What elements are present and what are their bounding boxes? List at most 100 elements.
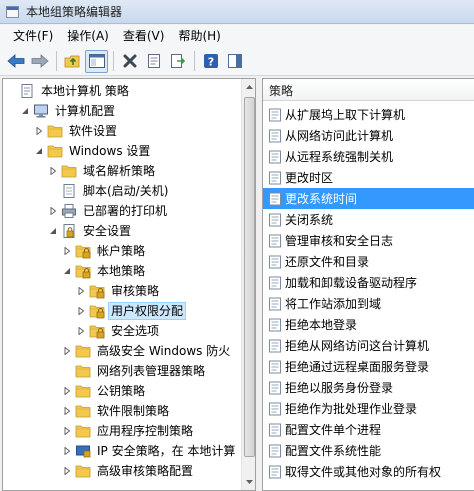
title-bar: 本地组策略编辑器 bbox=[0, 0, 474, 24]
policy-item-icon bbox=[268, 150, 282, 164]
tree-node[interactable]: 脚本(启动/关机) bbox=[3, 181, 241, 201]
tree-node[interactable]: 审核策略 bbox=[3, 281, 241, 301]
up-folder-button[interactable] bbox=[61, 50, 84, 73]
policy-item-icon bbox=[268, 318, 282, 332]
policy-item-icon bbox=[268, 255, 282, 269]
scroll-thumb[interactable] bbox=[244, 97, 255, 457]
policy-list-item[interactable]: 取得文件或其他对象的所有权 bbox=[263, 461, 474, 482]
policy-item-icon bbox=[268, 360, 282, 374]
tree-node[interactable]: 计算机配置 bbox=[3, 101, 241, 121]
tree-node-label: 高级审核策略配置 bbox=[97, 464, 194, 478]
policy-list-item[interactable]: 关闭系统 bbox=[263, 209, 474, 230]
collapsed-arrow-icon[interactable] bbox=[75, 285, 87, 297]
back-button[interactable] bbox=[4, 50, 27, 73]
policy-item-icon bbox=[268, 402, 282, 416]
tree-node[interactable]: Windows 设置 bbox=[3, 141, 241, 161]
list-column-header[interactable]: 策略 bbox=[263, 79, 474, 101]
expanded-arrow-icon[interactable] bbox=[47, 225, 59, 237]
policy-list-item[interactable]: 从网络访问此计算机 bbox=[263, 125, 474, 146]
tree-node-label: 安全设置 bbox=[83, 224, 132, 238]
collapsed-arrow-icon[interactable] bbox=[47, 205, 59, 217]
toolbar-separator bbox=[56, 51, 57, 71]
collapsed-arrow-icon[interactable] bbox=[61, 345, 73, 357]
tree-node[interactable]: 公钥策略 bbox=[3, 381, 241, 401]
tree-node[interactable]: 本地计算机 策略 bbox=[3, 81, 241, 101]
policy-list-item[interactable]: 从扩展坞上取下计算机 bbox=[263, 104, 474, 125]
window-title: 本地组策略编辑器 bbox=[26, 5, 123, 19]
policy-list-item[interactable]: 将工作站添加到域 bbox=[263, 293, 474, 314]
tree-node-label: 用户权限分配 bbox=[108, 302, 187, 320]
tree-node[interactable]: 高级安全 Windows 防火 bbox=[3, 341, 241, 361]
tree-node[interactable]: 应用程序控制策略 bbox=[3, 421, 241, 441]
tree-node[interactable]: 安全选项 bbox=[3, 321, 241, 341]
collapsed-arrow-icon[interactable] bbox=[61, 465, 73, 477]
collapsed-arrow-icon[interactable] bbox=[33, 125, 45, 137]
tree-node[interactable]: 域名解析策略 bbox=[3, 161, 241, 181]
expanded-arrow-icon[interactable] bbox=[61, 265, 73, 277]
policy-list-item[interactable]: 管理审核和安全日志 bbox=[263, 230, 474, 251]
collapsed-arrow-icon[interactable] bbox=[61, 405, 73, 417]
pane-icon bbox=[227, 54, 242, 68]
policy-item-icon bbox=[268, 465, 282, 479]
folder-icon bbox=[75, 363, 91, 379]
policy-list-item[interactable]: 更改系统时间 bbox=[263, 188, 474, 209]
policy-list-item[interactable]: 配置文件单个进程 bbox=[263, 419, 474, 440]
tree-node[interactable]: 网络列表管理器策略 bbox=[3, 361, 241, 381]
export-list-button[interactable] bbox=[166, 50, 189, 73]
console-tree-pane: 本地计算机 策略 计算机配置 软件设置 Windows 设置 域名解析策略 脚本(启动/关… bbox=[2, 78, 256, 491]
tree-vertical-scrollbar[interactable] bbox=[241, 79, 255, 490]
scroll-down-arrow[interactable] bbox=[242, 474, 255, 490]
tree-node[interactable]: 安全设置 bbox=[3, 221, 241, 241]
tree-node-label: 安全选项 bbox=[111, 324, 160, 338]
forward-button[interactable] bbox=[28, 50, 51, 73]
show-hide-tree-button[interactable] bbox=[85, 49, 108, 73]
policy-list-item[interactable]: 拒绝以服务身份登录 bbox=[263, 377, 474, 398]
tree-node[interactable]: 本地策略 bbox=[3, 261, 241, 281]
collapsed-arrow-icon[interactable] bbox=[61, 425, 73, 437]
delete-button[interactable] bbox=[118, 50, 141, 73]
menu-file[interactable]: 文件(F) bbox=[6, 25, 60, 47]
folder-icon bbox=[47, 123, 63, 139]
app-icon bbox=[6, 5, 20, 19]
tree-node[interactable]: 已部署的打印机 bbox=[3, 201, 241, 221]
policy-list-item[interactable]: 从远程系统强制关机 bbox=[263, 146, 474, 167]
collapsed-arrow-icon[interactable] bbox=[61, 385, 73, 397]
locked-folder-icon bbox=[89, 283, 105, 299]
collapsed-arrow-icon[interactable] bbox=[75, 325, 87, 337]
show-pane-button[interactable] bbox=[223, 50, 246, 73]
back-arrow-icon bbox=[6, 54, 24, 68]
policy-list-item[interactable]: 拒绝从网络访问这台计算机 bbox=[263, 335, 474, 356]
menu-help[interactable]: 帮助(H) bbox=[171, 25, 227, 47]
tree-node[interactable]: 高级审核策略配置 bbox=[3, 461, 241, 481]
policy-list-item[interactable]: 拒绝作为批处理作业登录 bbox=[263, 398, 474, 419]
collapsed-arrow-icon[interactable] bbox=[61, 445, 73, 457]
tree-node[interactable]: 软件限制策略 bbox=[3, 401, 241, 421]
folder-icon bbox=[75, 343, 91, 359]
collapsed-arrow-icon[interactable] bbox=[75, 305, 87, 317]
tree-node[interactable]: 用户权限分配 bbox=[3, 301, 241, 321]
policy-item-icon bbox=[268, 129, 282, 143]
tree-node-label: 应用程序控制策略 bbox=[97, 424, 194, 438]
policy-list-item[interactable]: 更改时区 bbox=[263, 167, 474, 188]
policy-list-item[interactable]: 拒绝本地登录 bbox=[263, 314, 474, 335]
tree-node[interactable]: 帐户策略 bbox=[3, 241, 241, 261]
collapsed-arrow-icon[interactable] bbox=[61, 245, 73, 257]
menu-action[interactable]: 操作(A) bbox=[60, 25, 116, 47]
tree-node[interactable]: IP 安全策略，在 本地计算 bbox=[3, 441, 241, 461]
menu-view[interactable]: 查看(V) bbox=[116, 25, 172, 47]
policy-list-item[interactable]: 拒绝通过远程桌面服务登录 bbox=[263, 356, 474, 377]
collapsed-arrow-icon[interactable] bbox=[47, 165, 59, 177]
tree-node-label: 帐户策略 bbox=[97, 244, 146, 258]
expanded-arrow-icon[interactable] bbox=[19, 105, 31, 117]
policy-item-label: 更改时区 bbox=[285, 171, 334, 185]
tree-node[interactable]: 软件设置 bbox=[3, 121, 241, 141]
policy-item-icon bbox=[268, 108, 282, 122]
scroll-up-arrow[interactable] bbox=[242, 79, 255, 95]
expanded-arrow-icon[interactable] bbox=[33, 145, 45, 157]
policy-list-item[interactable]: 还原文件和目录 bbox=[263, 251, 474, 272]
help-button[interactable]: ? bbox=[199, 50, 222, 73]
properties-button[interactable] bbox=[142, 50, 165, 73]
policy-list-item[interactable]: 配置文件系统性能 bbox=[263, 440, 474, 461]
policy-list-item[interactable]: 加载和卸载设备驱动程序 bbox=[263, 272, 474, 293]
script-icon bbox=[61, 183, 77, 199]
